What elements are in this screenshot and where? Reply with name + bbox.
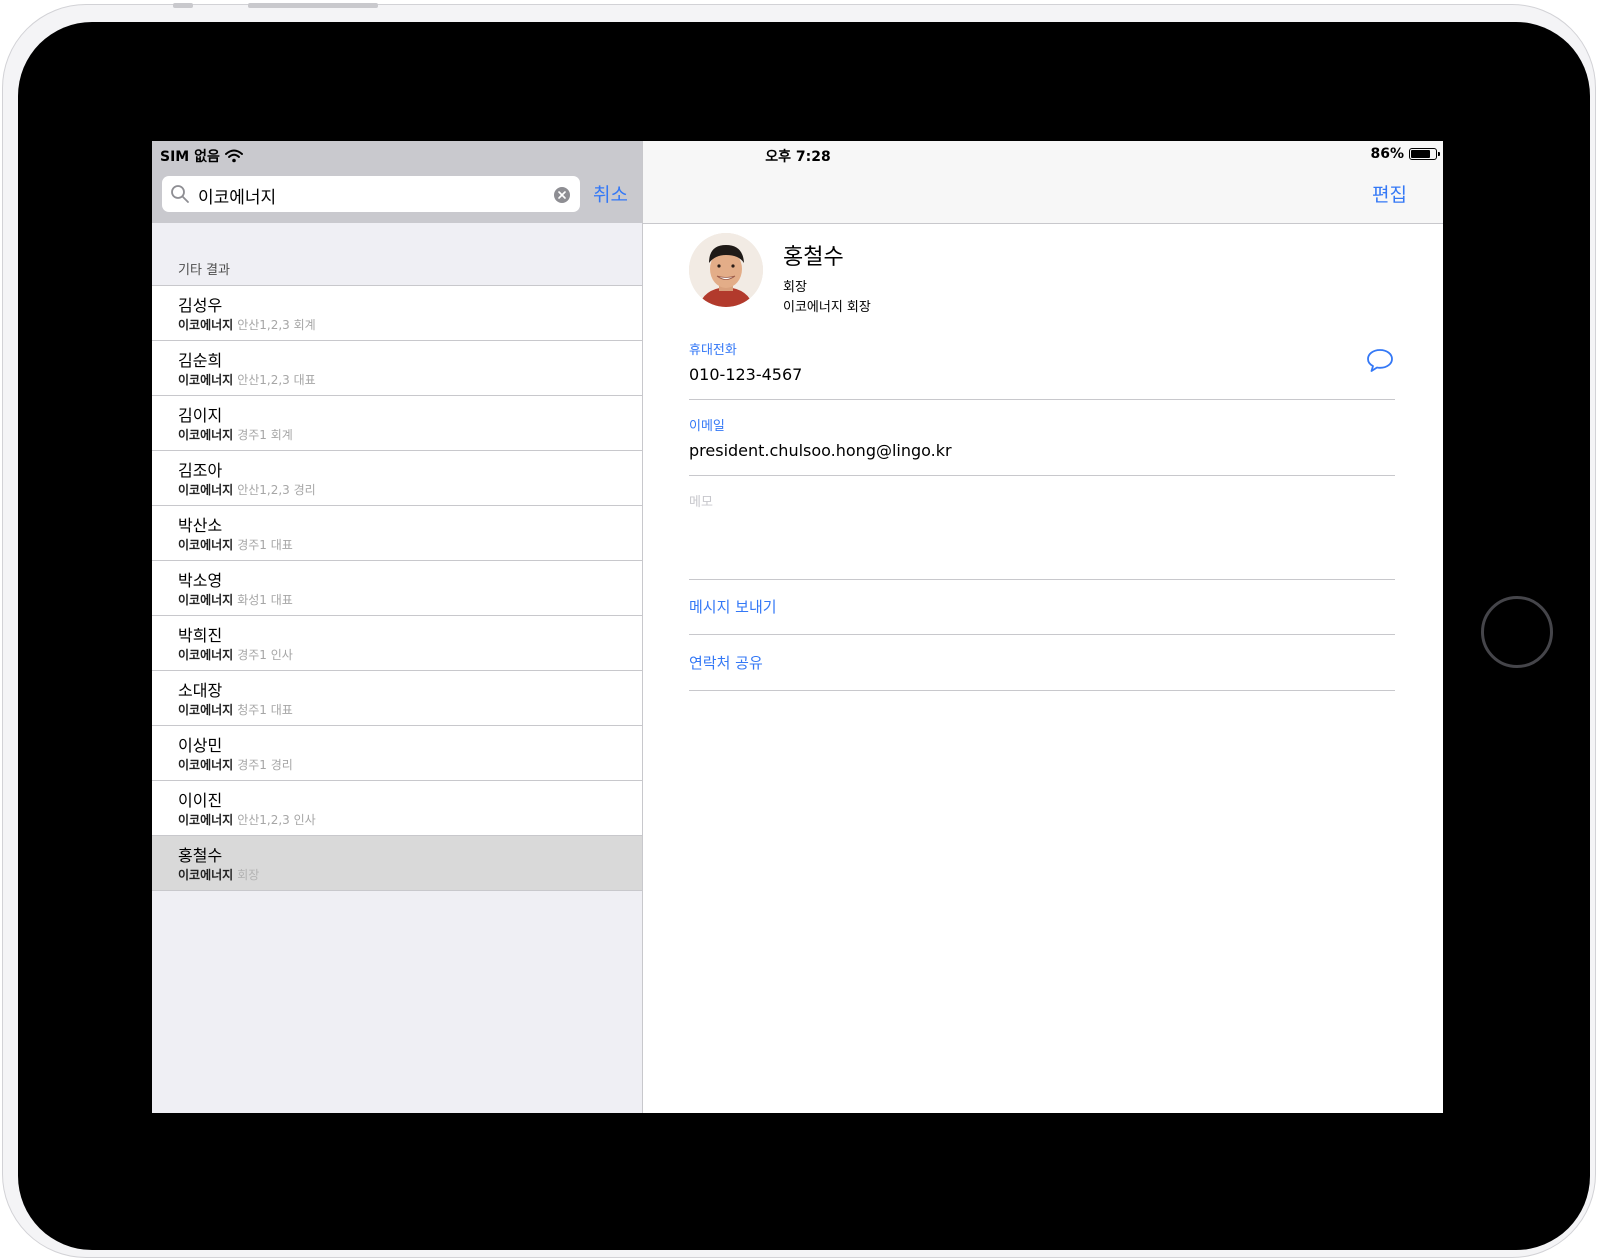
contact-row-detail: 경주1 인사	[237, 648, 293, 662]
status-bar-left: SIM 없음	[160, 146, 243, 166]
phone-value[interactable]: 010-123-4567	[689, 365, 802, 384]
list-item[interactable]: 박소영 이코에너지 화성1 대표	[152, 561, 642, 616]
contact-row-subtitle: 이코에너지 안산1,2,3 경리	[178, 481, 316, 498]
contact-row-subtitle: 이코에너지 회장	[178, 866, 259, 883]
contact-row-subtitle: 이코에너지 안산1,2,3 인사	[178, 811, 316, 828]
contact-row-company: 이코에너지	[178, 428, 234, 442]
contact-row-subtitle: 이코에너지 안산1,2,3 회계	[178, 316, 316, 333]
contact-row-detail: 안산1,2,3 인사	[237, 813, 316, 827]
device-volume-button	[248, 3, 378, 8]
device-screen: SIM 없음 이코에너지 취소 기타 결과 김성우 이코에너지 안산1,2,3 …	[152, 141, 1443, 1113]
list-item[interactable]: 이상민 이코에너지 경주1 경리	[152, 726, 642, 781]
contact-row-detail: 회장	[237, 868, 260, 882]
device-top-button	[173, 3, 193, 8]
contact-row-company: 이코에너지	[178, 868, 234, 882]
contact-row-subtitle: 이코에너지 청주1 대표	[178, 701, 293, 718]
memo-label: 메모	[689, 495, 713, 510]
contact-row-subtitle: 이코에너지 경주1 회계	[178, 426, 293, 443]
edit-button[interactable]: 편집	[1372, 180, 1407, 207]
contact-row-subtitle: 이코에너지 화성1 대표	[178, 591, 293, 608]
contact-row-name: 김성우	[178, 296, 223, 315]
contact-row-company: 이코에너지	[178, 813, 234, 827]
contact-row-detail: 청주1 대표	[237, 703, 293, 717]
contact-row-detail: 경주1 대표	[237, 538, 293, 552]
results-section-header: 기타 결과	[178, 263, 230, 278]
contact-detail-pane: 오후 7:28 86% 편집 홍철수 회장 이코에너지 회장 휴대전화 010-…	[643, 141, 1443, 1113]
send-message-label: 메시지 보내기	[689, 598, 777, 616]
list-item[interactable]: 김순희 이코에너지 안산1,2,3 대표	[152, 341, 642, 396]
wifi-icon	[224, 149, 243, 163]
contact-row-company: 이코에너지	[178, 758, 234, 772]
contact-row-name: 김조아	[178, 461, 223, 480]
carrier-label: SIM 없음	[160, 149, 220, 165]
contact-row-company: 이코에너지	[178, 593, 234, 607]
share-contact-action[interactable]: 연락처 공유	[689, 644, 1395, 691]
contact-row-name: 소대장	[178, 681, 223, 700]
phone-field[interactable]: 휴대전화 010-123-4567	[689, 339, 1395, 400]
list-item[interactable]: 이이진 이코에너지 안산1,2,3 인사	[152, 781, 642, 836]
contact-row-detail: 안산1,2,3 경리	[237, 483, 316, 497]
home-button[interactable]	[1481, 596, 1553, 668]
contact-row-company: 이코에너지	[178, 318, 234, 332]
contact-organization: 이코에너지 회장	[783, 300, 871, 315]
email-field[interactable]: 이메일 president.chulsoo.hong@lingo.kr	[689, 415, 1395, 476]
phone-label: 휴대전화	[689, 343, 737, 358]
contact-avatar	[689, 233, 763, 307]
send-message-action[interactable]: 메시지 보내기	[689, 588, 1395, 635]
status-bar-right: 86%	[1370, 146, 1440, 162]
search-input[interactable]: 이코에너지	[162, 176, 580, 212]
clear-search-icon[interactable]	[554, 187, 570, 203]
contact-row-company: 이코에너지	[178, 648, 234, 662]
contact-row-detail: 화성1 대표	[237, 593, 293, 607]
contact-row-subtitle: 이코에너지 안산1,2,3 대표	[178, 371, 316, 388]
contact-row-company: 이코에너지	[178, 483, 234, 497]
list-item[interactable]: 박희진 이코에너지 경주1 인사	[152, 616, 642, 671]
contact-row-name: 이이진	[178, 791, 223, 810]
contact-row-name: 박소영	[178, 571, 223, 590]
message-bubble-icon[interactable]	[1365, 347, 1395, 375]
contact-row-detail: 안산1,2,3 회계	[237, 318, 316, 332]
list-item[interactable]: 김조아 이코에너지 안산1,2,3 경리	[152, 451, 642, 506]
results-list: 김성우 이코에너지 안산1,2,3 회계 김순희 이코에너지 안산1,2,3 대표 김이지 이…	[152, 285, 642, 891]
contact-name: 홍철수	[783, 245, 844, 270]
email-label: 이메일	[689, 419, 725, 434]
contact-row-company: 이코에너지	[178, 373, 234, 387]
list-item[interactable]: 홍철수 이코에너지 회장	[152, 836, 642, 891]
search-bar-area: SIM 없음 이코에너지 취소	[152, 141, 642, 223]
contact-row-company: 이코에너지	[178, 538, 234, 552]
contact-row-detail: 안산1,2,3 대표	[237, 373, 316, 387]
contact-row-subtitle: 이코에너지 경주1 경리	[178, 756, 293, 773]
contact-row-name: 박산소	[178, 516, 223, 535]
list-item[interactable]: 김성우 이코에너지 안산1,2,3 회계	[152, 286, 642, 341]
contact-row-name: 김순희	[178, 351, 223, 370]
contact-row-subtitle: 이코에너지 경주1 대표	[178, 536, 293, 553]
contact-row-name: 홍철수	[178, 846, 223, 865]
contact-row-detail: 경주1 회계	[237, 428, 293, 442]
search-results-pane: SIM 없음 이코에너지 취소 기타 결과 김성우 이코에너지 안산1,2,3 …	[152, 141, 643, 1113]
battery-percent: 86%	[1370, 146, 1404, 162]
search-query-text: 이코에너지	[198, 188, 277, 208]
contact-row-detail: 경주1 경리	[237, 758, 293, 772]
contact-row-name: 이상민	[178, 736, 223, 755]
list-item[interactable]: 김이지 이코에너지 경주1 회계	[152, 396, 642, 451]
contact-job-title: 회장	[783, 280, 807, 295]
contact-row-company: 이코에너지	[178, 703, 234, 717]
contact-row-name: 김이지	[178, 406, 223, 425]
share-contact-label: 연락처 공유	[689, 654, 763, 672]
cancel-search-button[interactable]: 취소	[593, 180, 628, 207]
search-icon	[171, 185, 189, 203]
email-value[interactable]: president.chulsoo.hong@lingo.kr	[689, 441, 952, 460]
list-item[interactable]: 소대장 이코에너지 청주1 대표	[152, 671, 642, 726]
contact-row-subtitle: 이코에너지 경주1 인사	[178, 646, 293, 663]
list-item[interactable]: 박산소 이코에너지 경주1 대표	[152, 506, 642, 561]
battery-icon	[1409, 148, 1440, 160]
contact-row-name: 박희진	[178, 626, 223, 645]
status-time: 오후 7:28	[765, 149, 831, 165]
memo-field[interactable]: 메모	[689, 491, 1395, 580]
detail-nav-bar: 오후 7:28 86% 편집	[643, 141, 1443, 224]
